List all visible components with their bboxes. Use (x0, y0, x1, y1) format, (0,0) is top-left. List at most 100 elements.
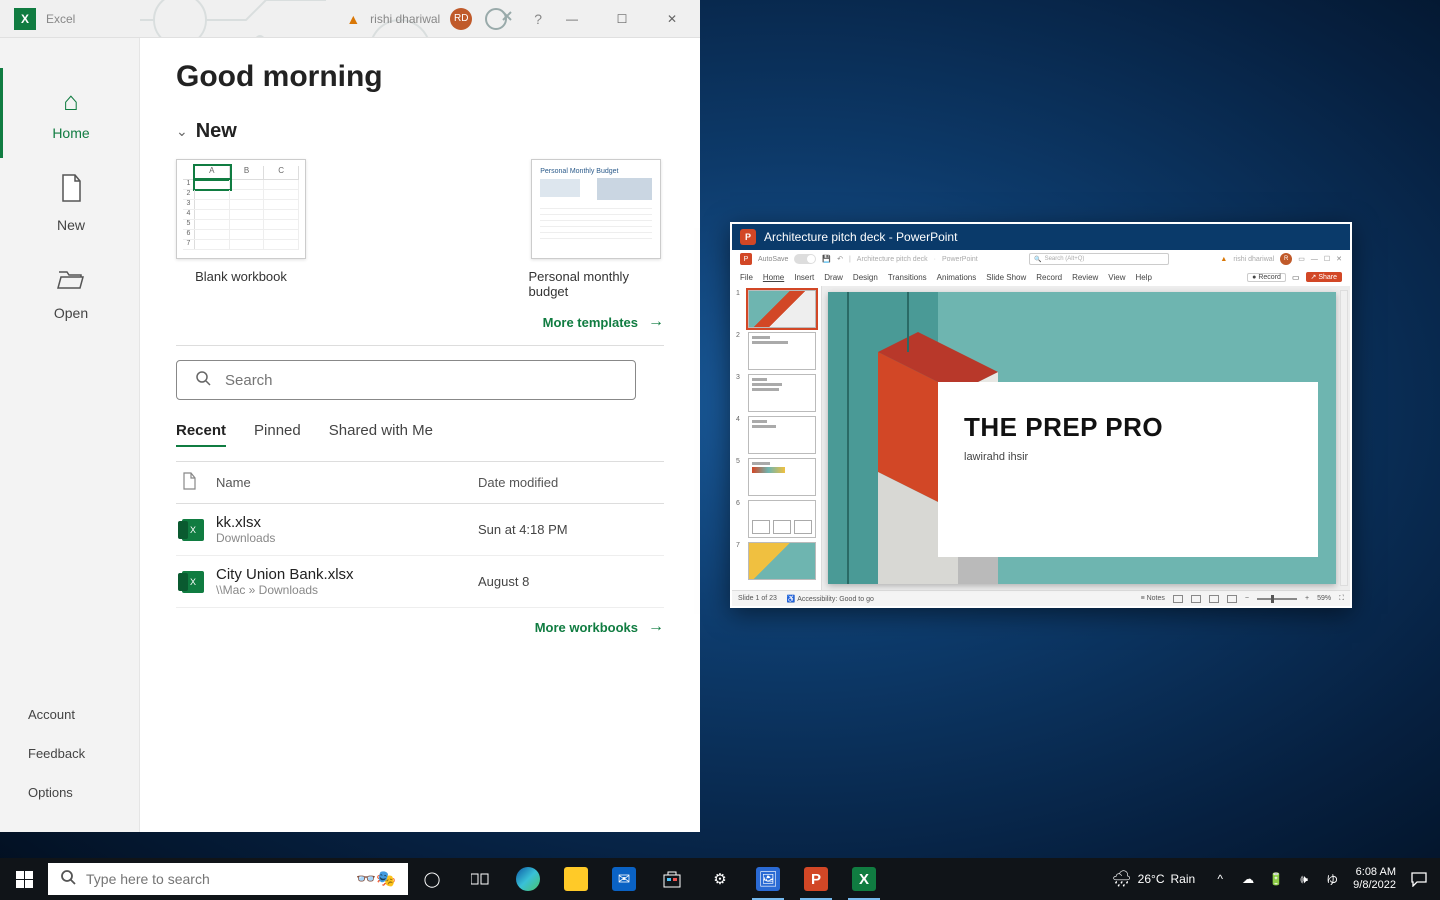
sidebar-options[interactable]: Options (28, 773, 139, 812)
search-highlight-icon[interactable]: 👓🎭 (356, 869, 396, 889)
slide-counter[interactable]: Slide 1 of 23 (738, 595, 777, 602)
ribbon-tab-transitions[interactable]: Transitions (888, 273, 927, 282)
cortana-button[interactable]: ◯ (408, 858, 456, 900)
warning-icon[interactable]: ▲ (346, 11, 360, 27)
tab-pinned[interactable]: Pinned (254, 422, 301, 447)
slide-thumb-4[interactable]: 4 (736, 416, 817, 454)
present-icon[interactable]: ▭ (1292, 273, 1300, 282)
ribbon-tab-help[interactable]: Help (1136, 273, 1152, 282)
zoom-out-button[interactable]: − (1245, 595, 1249, 602)
template-budget[interactable]: Personal Monthly Budget Personal monthly… (529, 159, 665, 299)
ribbon-tab-slideshow[interactable]: Slide Show (986, 273, 1026, 282)
reading-view-icon[interactable] (1209, 595, 1219, 603)
slide-thumb-6[interactable]: 6 (736, 500, 817, 538)
minimize-button[interactable]: — (1311, 256, 1318, 263)
sidebar-feedback[interactable]: Feedback (28, 734, 139, 773)
tray-overflow[interactable]: ^ (1207, 858, 1233, 900)
share-button[interactable]: ↗ Share (1306, 272, 1343, 282)
sorter-view-icon[interactable] (1191, 595, 1201, 603)
taskbar-edge[interactable] (504, 858, 552, 900)
more-workbooks-link[interactable]: More workbooks→ (176, 618, 664, 636)
ribbon-tab-design[interactable]: Design (853, 273, 878, 282)
sidebar-home[interactable]: ⌂ Home (0, 68, 139, 158)
autosave-toggle[interactable] (794, 254, 816, 264)
slide-thumb-3[interactable]: 3 (736, 374, 817, 412)
undo-icon[interactable]: ↶ (837, 255, 843, 263)
task-view-button[interactable] (456, 858, 504, 900)
col-date-header[interactable]: Date modified (478, 475, 658, 490)
accessibility-status[interactable]: ♿ Accessibility: Good to go (787, 595, 874, 603)
ribbon-tab-home[interactable]: Home (763, 273, 784, 282)
vertical-scrollbar[interactable] (1340, 290, 1348, 586)
template-blank-workbook[interactable]: ABC 1 2 3 4 5 6 7 Blank workbook (176, 159, 306, 299)
sidebar-new[interactable]: New (0, 158, 139, 248)
current-slide[interactable]: THE PREP PRO lawirahd ihsir (828, 292, 1336, 584)
user-avatar[interactable]: R (1280, 253, 1292, 265)
taskbar-settings[interactable]: ⚙ (696, 858, 744, 900)
search-box[interactable] (176, 360, 636, 400)
tab-shared[interactable]: Shared with Me (329, 422, 433, 447)
help-icon[interactable]: ? (534, 11, 542, 27)
system-clock[interactable]: 6:08 AM 9/8/2022 (1347, 866, 1402, 892)
tab-recent[interactable]: Recent (176, 422, 226, 447)
ppt-search-box[interactable]: 🔍Search (Alt+Q) (1029, 253, 1169, 265)
taskbar-photos[interactable]: 🖼 (744, 858, 792, 900)
minimize-button[interactable]: — (552, 4, 592, 34)
slideshow-view-icon[interactable] (1227, 595, 1237, 603)
warning-icon[interactable]: ▲ (1220, 256, 1227, 263)
excel-titlebar[interactable]: X Excel ▲ rishi dhariwal RD ? — ☐ ✕ (0, 0, 700, 38)
save-icon[interactable]: 💾 (822, 255, 831, 263)
zoom-in-button[interactable]: + (1305, 595, 1309, 602)
action-center-button[interactable] (1404, 871, 1434, 887)
user-avatar[interactable]: RD (450, 8, 472, 30)
powerpoint-preview-window[interactable]: P Architecture pitch deck - PowerPoint P… (730, 222, 1352, 608)
taskbar-store[interactable] (648, 858, 696, 900)
sidebar-open[interactable]: Open (0, 248, 139, 338)
slide-thumb-2[interactable]: 2 (736, 332, 817, 370)
file-row[interactable]: X City Union Bank.xlsx \\Mac » Downloads… (176, 556, 664, 608)
slide-thumbnails-panel[interactable]: 1 2 3 4 5 6 7 (732, 286, 822, 590)
ribbon-tab-file[interactable]: File (740, 273, 753, 282)
record-button[interactable]: ● Record (1247, 273, 1286, 282)
sidebar-account[interactable]: Account (28, 695, 139, 734)
slide-thumb-1[interactable]: 1 (736, 290, 817, 328)
close-button[interactable]: ✕ (652, 4, 692, 34)
ribbon-tab-draw[interactable]: Draw (824, 273, 843, 282)
taskbar-explorer[interactable] (552, 858, 600, 900)
zoom-slider[interactable] (1257, 598, 1297, 600)
taskbar-powerpoint[interactable]: P (792, 858, 840, 900)
input-method-icon[interactable]: ゆ (1319, 858, 1345, 900)
ribbon-tab-insert[interactable]: Insert (794, 273, 814, 282)
weather-widget[interactable]: 🌧 26°C Rain (1101, 869, 1205, 889)
taskbar-mail[interactable]: ✉ (600, 858, 648, 900)
ribbon-tab-animations[interactable]: Animations (937, 273, 977, 282)
slide-thumb-5[interactable]: 5 (736, 458, 817, 496)
slide-editor-area[interactable]: THE PREP PRO lawirahd ihsir (822, 286, 1350, 590)
battery-icon[interactable]: 🔋 (1263, 858, 1289, 900)
chevron-down-icon[interactable]: ⌄ (176, 123, 188, 140)
maximize-button[interactable]: ☐ (602, 4, 642, 34)
slide-thumb-7[interactable]: 7 (736, 542, 817, 580)
taskbar-search-input[interactable] (86, 871, 346, 887)
search-input[interactable] (225, 372, 617, 389)
ribbon-tab-view[interactable]: View (1108, 273, 1125, 282)
zoom-level[interactable]: 59% (1317, 595, 1331, 602)
fit-to-window-icon[interactable]: ⛶ (1339, 595, 1344, 603)
taskbar-search[interactable]: 👓🎭 (48, 863, 408, 895)
notes-button[interactable]: ≡ Notes (1141, 595, 1165, 602)
close-button[interactable]: ✕ (1336, 255, 1342, 263)
start-button[interactable] (0, 858, 48, 900)
ribbon-tab-record[interactable]: Record (1036, 273, 1062, 282)
normal-view-icon[interactable] (1173, 595, 1183, 603)
ribbon-tab-review[interactable]: Review (1072, 273, 1098, 282)
maximize-button[interactable]: ☐ (1324, 255, 1330, 263)
network-icon[interactable]: 🕪 (1291, 858, 1317, 900)
taskbar-excel[interactable]: X (840, 858, 888, 900)
more-templates-link[interactable]: More templates→ (176, 313, 664, 331)
col-name-header[interactable]: Name (216, 475, 478, 490)
file-row[interactable]: X kk.xlsx Downloads Sun at 4:18 PM (176, 504, 664, 556)
user-name-label[interactable]: rishi dhariwal (370, 12, 440, 26)
slide-textbox[interactable]: THE PREP PRO lawirahd ihsir (938, 382, 1318, 557)
ribbon-mode-icon[interactable]: ▭ (1298, 255, 1305, 263)
onedrive-icon[interactable]: ☁ (1235, 858, 1261, 900)
